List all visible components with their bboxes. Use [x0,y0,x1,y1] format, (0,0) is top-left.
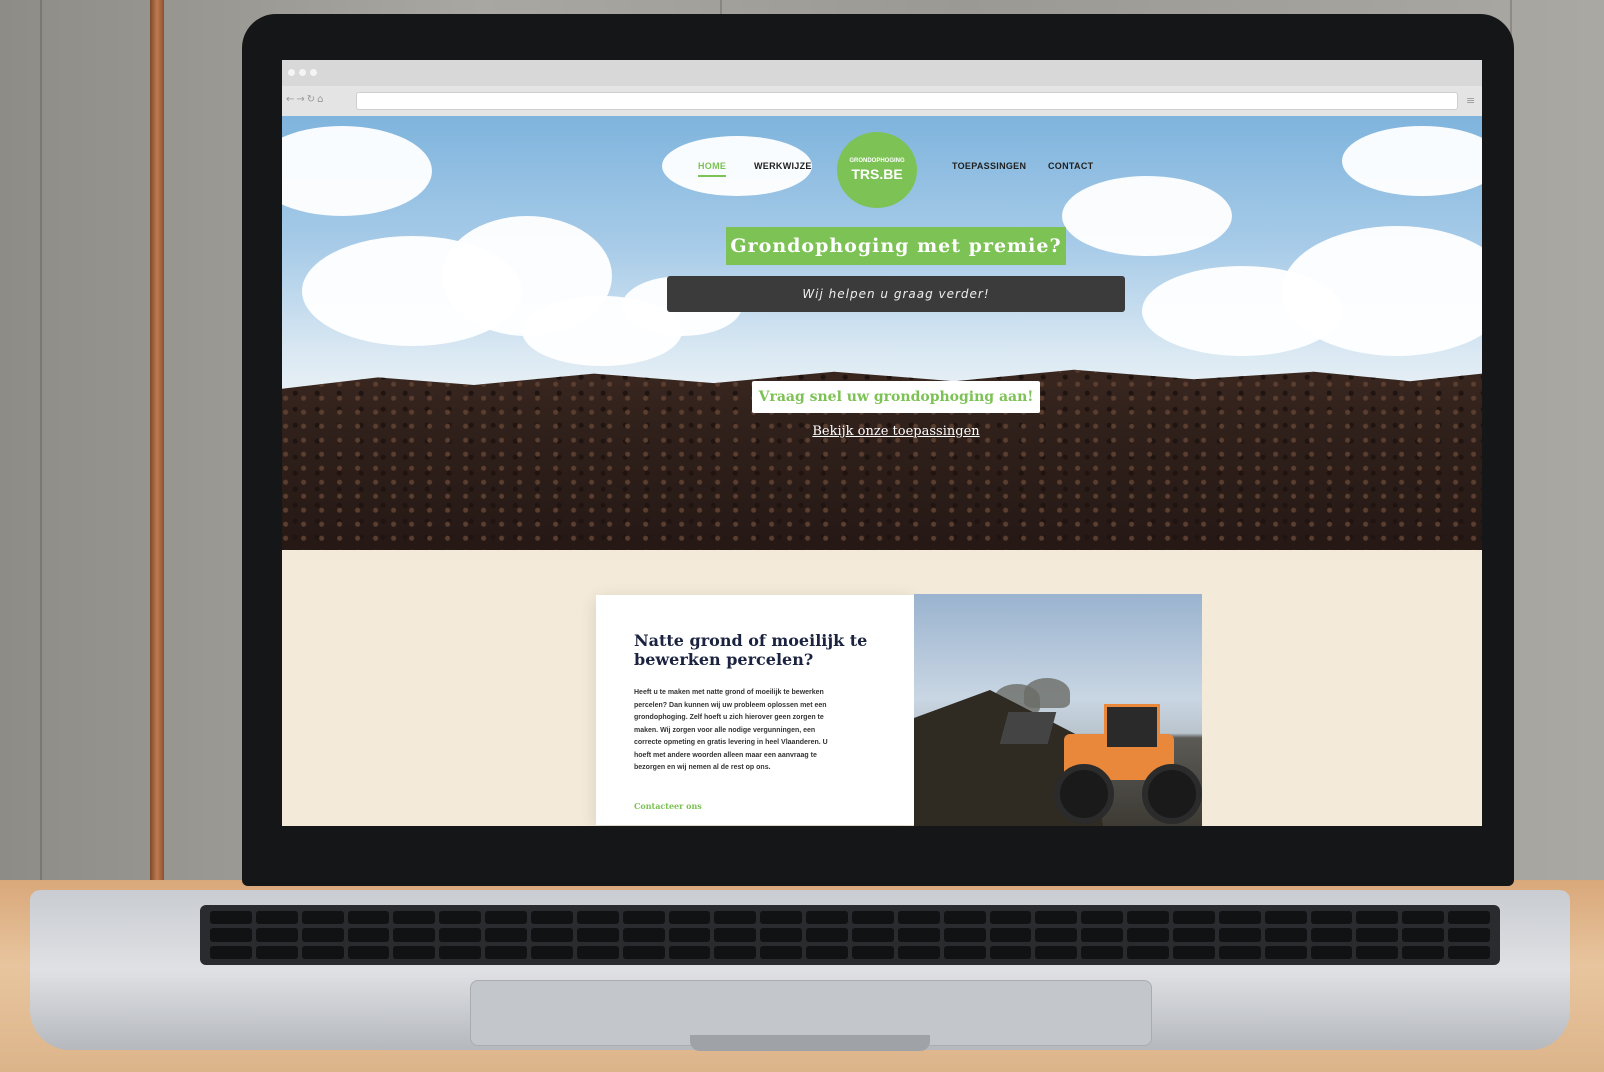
close-window-icon[interactable] [288,69,295,76]
traffic-lights-icon[interactable] [288,69,317,76]
laptop-hinge [690,1035,930,1051]
cloud [1062,176,1232,256]
view-applications-link[interactable]: Bekijk onze toepassingen [782,424,1010,439]
logo-title: TRS.BE [851,166,903,182]
info-card: Natte grond of moeilijk te bewerken perc… [596,595,914,825]
loader-cab [1104,704,1160,750]
browser-window: ←→↻⌂ ≡ HOME WERKWIJZE GRONDOPHOGING TRS.… [282,60,1482,826]
copper-strip [150,0,164,900]
home-icon[interactable]: ⌂ [317,94,325,105]
logo-subtitle: GRONDOPHOGING [849,158,905,164]
cloud [1342,126,1482,196]
back-arrow-icon[interactable]: ← [286,94,296,105]
nav-werkwijze[interactable]: WERKWIJZE [754,161,812,171]
card-body: Heeft u te maken met natte grond of moei… [634,689,828,771]
laptop-keyboard [200,905,1500,965]
tree [1024,678,1070,708]
site-logo[interactable]: GRONDOPHOGING TRS.BE [837,132,917,208]
card-title: Natte grond of moeilijk te bewerken perc… [634,631,868,669]
hamburger-menu-icon[interactable]: ≡ [1466,94,1475,107]
browser-nav-buttons: ←→↻⌂ [286,94,326,105]
nav-contact[interactable]: CONTACT [1048,161,1093,171]
browser-titlebar [282,60,1482,86]
reload-icon[interactable]: ↻ [307,94,317,105]
request-cta-button[interactable]: Vraag snel uw grondophoging aan! [752,381,1040,413]
hero-headline: Grondophoging met premie? [726,227,1066,265]
maximize-window-icon[interactable] [310,69,317,76]
keyboard-keys [210,911,1490,959]
hero-subline: Wij helpen u graag verder! [667,276,1125,312]
cloud [282,126,432,216]
loader-bucket [999,712,1057,744]
loader-wheel [1142,764,1202,824]
minimize-window-icon[interactable] [299,69,306,76]
wall-plank [40,0,42,900]
browser-toolbar: ←→↻⌂ ≡ [282,86,1482,116]
loader-wheel [1054,764,1114,824]
wheel-loader-photo [914,594,1202,826]
address-bar[interactable] [356,92,1458,110]
forward-arrow-icon[interactable]: → [296,94,306,105]
nav-home[interactable]: HOME [698,161,727,177]
nav-toepassingen[interactable]: TOEPASSINGEN [952,161,1026,171]
contact-us-link[interactable]: Contacteer ons [634,801,702,811]
